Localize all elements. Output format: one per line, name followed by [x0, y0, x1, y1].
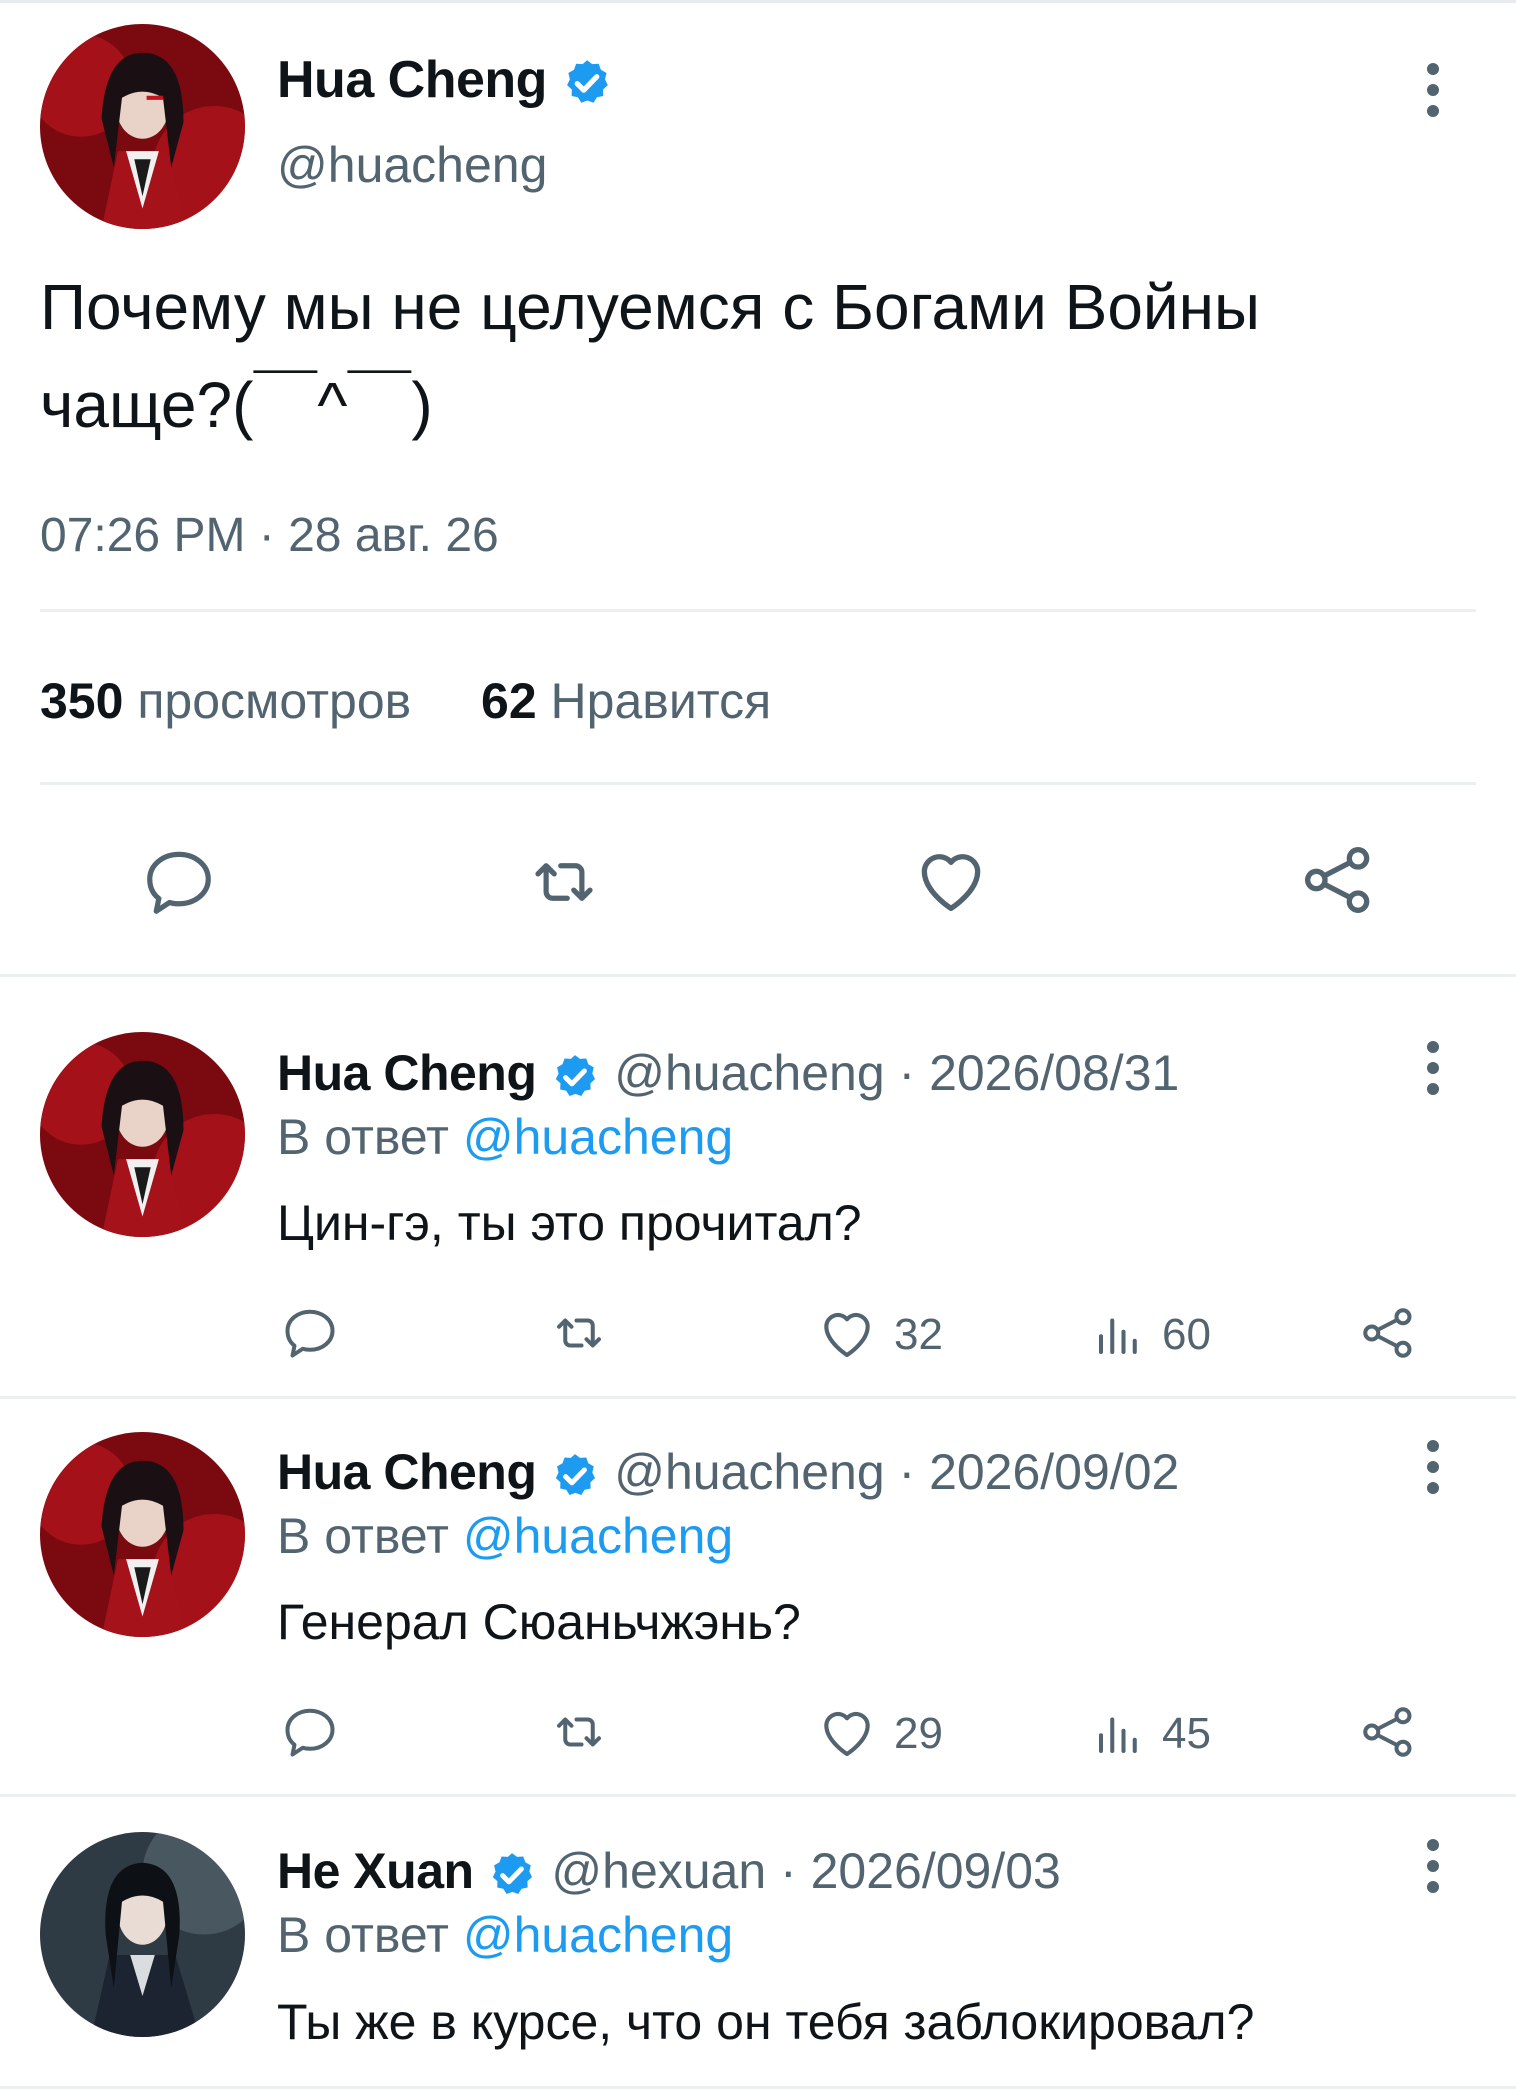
- reply-text: Цин-гэ, ты это прочитал?: [277, 1195, 862, 1251]
- avatar[interactable]: [40, 24, 245, 229]
- section-separator: [0, 974, 1516, 977]
- reply-meta[interactable]: @huacheng · 2026/09/02: [614, 1444, 1179, 1500]
- author-handle[interactable]: @huacheng: [277, 136, 547, 194]
- section-separator: [0, 1396, 1516, 1399]
- more-options-icon[interactable]: [1413, 1826, 1453, 1906]
- replying-to-link[interactable]: @huacheng: [463, 1109, 733, 1165]
- section-separator: [0, 2086, 1516, 2089]
- like-icon[interactable]: [816, 1701, 878, 1763]
- likes-label[interactable]: Нравится: [551, 673, 772, 729]
- top-border: [0, 0, 1516, 3]
- verified-badge-icon: [550, 1451, 600, 1501]
- like-count: 29: [894, 1709, 943, 1758]
- tweet-text-line-1: Почему мы не целуемся с Богами Войны: [40, 271, 1260, 343]
- views-icon[interactable]: [1092, 1705, 1146, 1761]
- views-count: 350: [40, 673, 124, 729]
- avatar[interactable]: [40, 1032, 245, 1237]
- divider: [40, 609, 1476, 612]
- avatar[interactable]: [40, 1832, 245, 2037]
- reply-meta[interactable]: @huacheng · 2026/08/31: [614, 1045, 1179, 1101]
- tweet-timestamp[interactable]: 07:26 PM · 28 авг. 26: [40, 508, 499, 563]
- replying-prefix: В ответ: [277, 1508, 449, 1564]
- replying-prefix: В ответ: [277, 1907, 449, 1963]
- more-options-icon[interactable]: [1413, 1427, 1453, 1507]
- views-count: 60: [1162, 1310, 1211, 1359]
- verified-badge-icon: [561, 57, 613, 109]
- views-icon[interactable]: [1092, 1306, 1146, 1362]
- section-separator: [0, 1794, 1516, 1797]
- replying-to: В ответ @huacheng: [277, 1108, 733, 1166]
- more-options-icon[interactable]: [1413, 1028, 1453, 1108]
- reply-text: Генерал Сюаньчжэнь?: [277, 1594, 801, 1650]
- replying-to: В ответ @huacheng: [277, 1507, 733, 1565]
- share-icon[interactable]: [1298, 840, 1378, 920]
- replying-prefix: В ответ: [277, 1109, 449, 1165]
- likes-count[interactable]: 62: [481, 673, 537, 729]
- reply-header: Hua Cheng @huacheng · 2026/09/02: [277, 1443, 1179, 1501]
- like-icon[interactable]: [910, 840, 992, 920]
- verified-badge-icon: [487, 1850, 537, 1900]
- retweet-icon[interactable]: [548, 1702, 610, 1762]
- tweet-text-line-2: чаще?(￣^￣): [40, 369, 433, 441]
- reply-icon[interactable]: [280, 1702, 340, 1762]
- like-count: 32: [894, 1310, 943, 1359]
- author-name-text[interactable]: Hua Cheng: [277, 51, 547, 109]
- verified-badge-icon: [550, 1052, 600, 1102]
- retweet-icon[interactable]: [524, 843, 604, 921]
- views-label: просмотров: [137, 673, 412, 729]
- divider: [40, 782, 1476, 785]
- reply-author-name[interactable]: Hua Cheng: [277, 1045, 537, 1101]
- share-icon[interactable]: [1358, 1702, 1418, 1762]
- reply-meta[interactable]: @hexuan · 2026/09/03: [551, 1843, 1060, 1899]
- replying-to-link[interactable]: @huacheng: [463, 1508, 733, 1564]
- reply-author-name[interactable]: Hua Cheng: [277, 1444, 537, 1500]
- reply-header: He Xuan @hexuan · 2026/09/03: [277, 1842, 1061, 1900]
- like-icon[interactable]: [816, 1302, 878, 1364]
- author-name[interactable]: Hua Cheng: [277, 50, 613, 110]
- replying-to: В ответ @huacheng: [277, 1906, 733, 1964]
- views-count: 45: [1162, 1709, 1211, 1758]
- replying-to-link[interactable]: @huacheng: [463, 1907, 733, 1963]
- more-options-icon[interactable]: [1413, 50, 1453, 130]
- reply-text: Ты же в курсе, что он тебя заблокировал?: [277, 1994, 1255, 2050]
- reply-author-name[interactable]: He Xuan: [277, 1843, 474, 1899]
- reply-icon[interactable]: [280, 1303, 340, 1363]
- avatar[interactable]: [40, 1432, 245, 1637]
- share-icon[interactable]: [1358, 1303, 1418, 1363]
- reply-header: Hua Cheng @huacheng · 2026/08/31: [277, 1044, 1179, 1102]
- tweet-stats: 350 просмотров 62 Нравится: [40, 672, 771, 730]
- reply-icon[interactable]: [140, 843, 218, 921]
- retweet-icon[interactable]: [548, 1303, 610, 1363]
- tweet-text: Почему мы не целуемся с Богами Войны чащ…: [40, 258, 1480, 454]
